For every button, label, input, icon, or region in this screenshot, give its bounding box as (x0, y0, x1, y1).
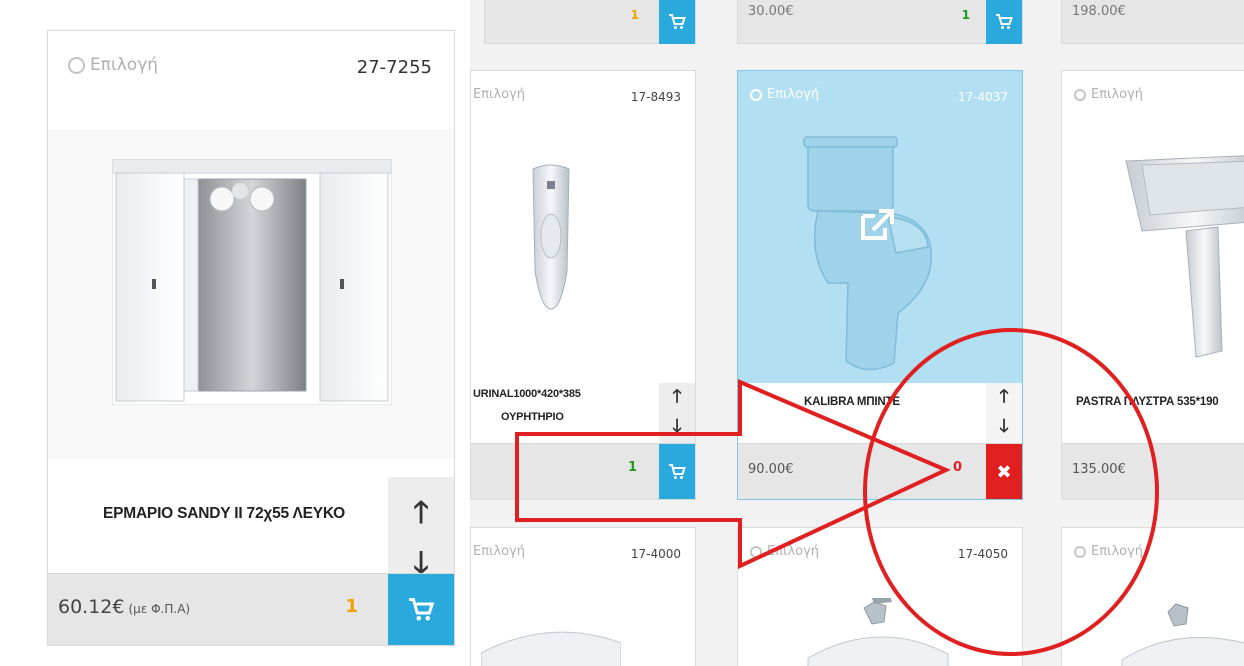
arrow-up-icon[interactable]: 🡑 (413, 490, 429, 541)
cart-icon (409, 598, 435, 621)
select-label: Επιλογή (1091, 544, 1144, 559)
cart-icon (996, 14, 1013, 29)
price-value: 198.00€ (1072, 4, 1126, 19)
product-card-kalibra[interactable]: Επιλογή 17-4037 KALIBRA ΜΠΙΝΤΕ 🡑 🡓 90.00… (737, 70, 1023, 500)
product-card-pastra[interactable]: Επιλογή PASTRA ΠΛΥΣΤΡΑ 535*190 135.00€ (1061, 70, 1244, 500)
add-to-cart-button[interactable] (659, 444, 695, 499)
product-name: ΕΡΜΑΡΙΟ SANDY II 72χ55 ΛΕΥΚΟ (102, 505, 346, 522)
close-icon: ✖ (996, 461, 1012, 483)
toilet-image (803, 136, 933, 371)
reorder-control[interactable]: 🡑 🡓 (659, 383, 695, 445)
arrow-up-icon[interactable]: 🡑 (999, 384, 1008, 414)
top-card-2-footer: 30.00€ 1 (737, 0, 1023, 44)
card-footer: 135.00€ (1062, 443, 1244, 499)
price-value: 60.12€ (με Φ.Π.Α) (58, 596, 190, 618)
top-card-1-footer: 1 (484, 0, 696, 44)
product-card-17-4050[interactable]: Επιλογή 17-4050 (737, 527, 1023, 666)
qty-value: 1 (345, 596, 358, 617)
qty-value: 1 (630, 8, 639, 22)
select-option[interactable]: Επιλογή (750, 87, 819, 102)
select-label: Επιλογή (1091, 87, 1144, 102)
cart-icon (669, 464, 686, 479)
product-name-line2: ΟΥΡΗΤΗΡΙΟ (501, 411, 564, 423)
product-name: PASTRA ΠΛΥΣΤΡΑ 535*190 (1076, 396, 1219, 408)
radio-circle-icon (750, 88, 762, 101)
arrow-down-icon[interactable]: 🡓 (999, 414, 1008, 444)
qty-value: 1 (961, 8, 970, 22)
product-code: 17-8493 (630, 90, 681, 104)
product-name: URINAL1000*420*385 (473, 388, 581, 400)
arrow-up-icon[interactable]: 🡑 (672, 384, 681, 414)
select-option[interactable]: Επιλογή (750, 544, 819, 559)
select-option[interactable]: Επιλογή (1074, 87, 1143, 102)
select-label: Επιλογή (90, 55, 159, 75)
price-note: (με Φ.Π.Α) (128, 602, 191, 616)
add-to-cart-button[interactable] (388, 574, 454, 645)
product-card-bottom-3[interactable]: Επιλογή (1061, 527, 1244, 666)
product-card-17-4000[interactable]: Επιλογή 17-4000 (470, 527, 696, 666)
radio-circle-icon (1074, 88, 1086, 101)
price-amount: 60.12€ (58, 596, 125, 618)
select-label: Επιλογή (767, 544, 820, 559)
product-name: KALIBRA ΜΠΙΝΤΕ (804, 396, 900, 408)
sink-image (1125, 155, 1244, 358)
remove-button[interactable]: ✖ (986, 444, 1022, 499)
radio-circle-icon (750, 545, 762, 558)
select-option[interactable]: Επιλογή (473, 544, 525, 559)
radio-circle-icon (1074, 545, 1086, 558)
price-value: 90.00€ (748, 462, 794, 477)
featured-product-card[interactable]: Επιλογή 27-7255 ΕΡΜΑΡΙΟ SANDY II 72χ55 Λ… (47, 30, 455, 646)
card-footer: 60.12€ (με Φ.Π.Α) 1 (48, 573, 454, 645)
sink-faucet-image (1121, 603, 1244, 666)
mirror-cabinet-image (112, 159, 392, 405)
product-card-urinal[interactable]: Επιλογή 17-8493 URINAL1000*420*385 ΟΥΡΗΤ… (470, 70, 696, 500)
select-label: Επιλογή (473, 544, 526, 559)
reorder-control[interactable]: 🡑 🡓 (986, 383, 1022, 445)
arrow-down-icon[interactable]: 🡓 (672, 414, 681, 444)
card-footer: 90.00€ 0 ✖ (738, 443, 1022, 499)
qty-value: 0 (952, 460, 962, 475)
product-code: 17-4000 (630, 547, 681, 561)
select-option[interactable]: Επιλογή (473, 87, 525, 102)
cart-icon (669, 14, 686, 29)
basin-image (481, 631, 621, 666)
price-value: 135.00€ (1072, 462, 1126, 477)
add-to-cart-button[interactable] (986, 0, 1022, 44)
external-link-icon[interactable] (859, 208, 897, 242)
add-to-cart-button[interactable] (659, 0, 695, 44)
card-footer: 1 (471, 443, 695, 499)
product-grid-screen: 1 30.00€ 1 198.00€ Επιλογή 17-8493 URINA… (0, 0, 1244, 666)
select-option[interactable]: Επιλογή (68, 55, 158, 75)
select-label: Επιλογή (473, 87, 526, 102)
product-code: 17-4037 (957, 90, 1008, 104)
radio-circle-icon (68, 56, 85, 74)
top-card-3-footer: 198.00€ (1061, 0, 1244, 44)
bidet-image (807, 598, 949, 666)
product-code: 17-4050 (957, 547, 1008, 561)
select-label: Επιλογή (767, 87, 820, 102)
qty-value: 1 (627, 460, 637, 475)
product-code: 27-7255 (356, 57, 432, 78)
price-value: 30.00€ (748, 4, 794, 19)
urinal-image (532, 164, 570, 310)
select-option[interactable]: Επιλογή (1074, 544, 1143, 559)
